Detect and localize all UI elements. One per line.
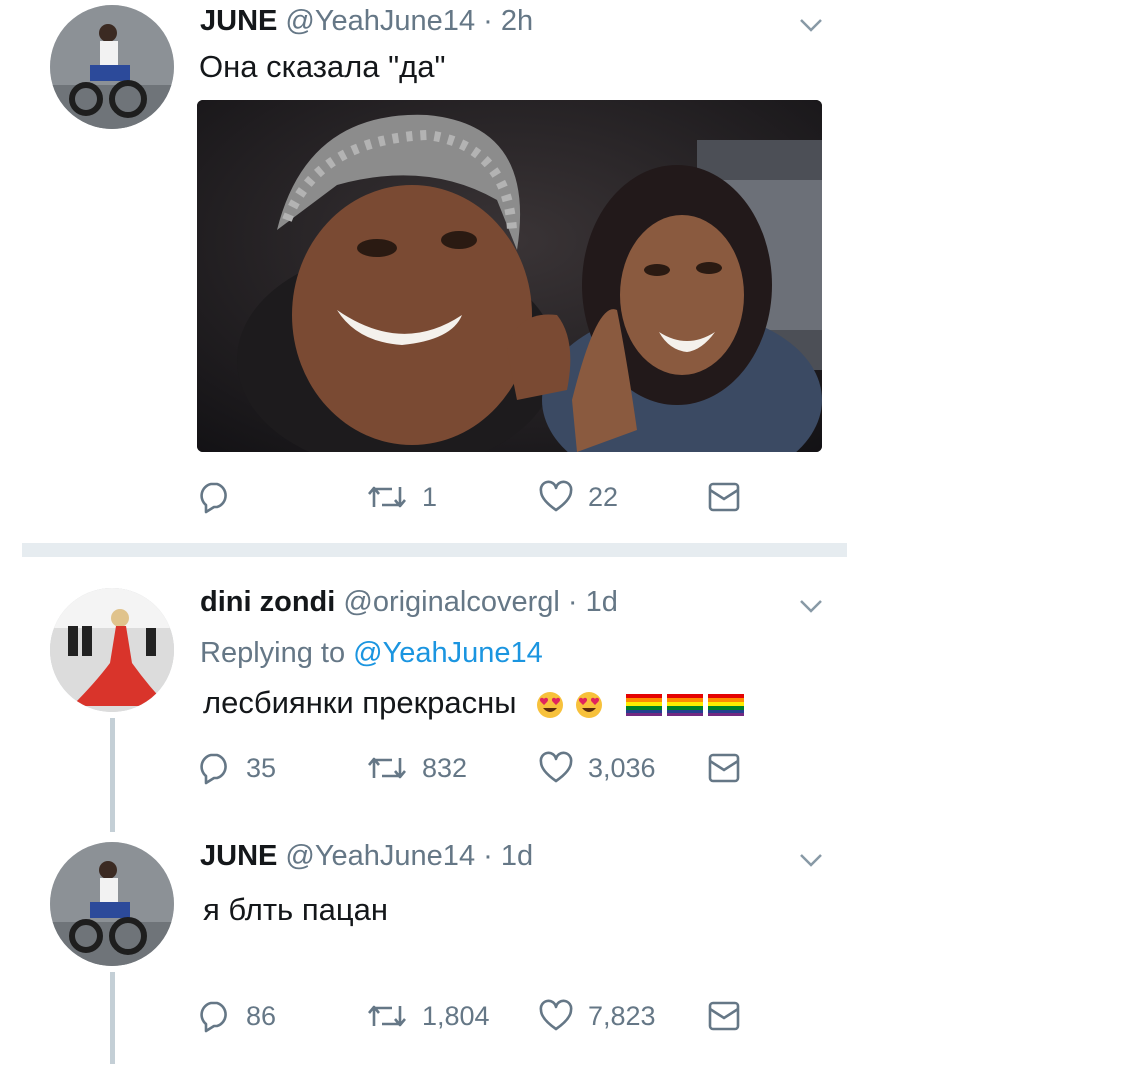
timestamp[interactable]: 1d <box>586 586 618 618</box>
display-name[interactable]: JUNE <box>200 840 277 872</box>
tweet-text: Она сказала "да" <box>199 49 446 84</box>
like-icon <box>539 480 573 512</box>
avatar-dini-zondi[interactable] <box>50 588 174 712</box>
reply-icon <box>200 482 227 514</box>
dm-icon <box>708 753 740 783</box>
avatar-june[interactable] <box>50 5 174 129</box>
handle[interactable]: @YeahJune14 <box>285 840 475 872</box>
dm-icon <box>708 482 740 512</box>
handle[interactable]: @originalcovergl <box>343 586 559 618</box>
tweet-photo[interactable] <box>197 100 822 452</box>
rainbow-flag-emoji <box>626 693 745 716</box>
retweet-count: 1 <box>422 481 438 512</box>
dm-button[interactable] <box>707 748 755 788</box>
reply-header: JUNE @YeahJune14 · 1d <box>200 839 533 873</box>
like-button[interactable]: 7,823 <box>538 996 656 1036</box>
reply-text: я блть пацан <box>203 892 388 927</box>
display-name[interactable]: JUNE <box>200 5 277 37</box>
like-icon <box>539 751 573 783</box>
reply-count: 35 <box>246 752 277 783</box>
replying-to-label: Replying to <box>200 637 346 669</box>
separator: · <box>483 840 493 872</box>
like-button[interactable]: 3,036 <box>538 748 656 788</box>
retweet-icon <box>368 757 406 779</box>
thread-line <box>110 972 115 1064</box>
reply-button[interactable]: 86 <box>196 996 276 1036</box>
dm-icon <box>708 1001 740 1031</box>
reply-header: dini zondi @originalcovergl · 1d <box>200 585 618 619</box>
retweet-icon <box>368 486 406 508</box>
chevron-down-icon[interactable] <box>798 597 824 615</box>
heart-eyes-emoji <box>537 691 564 718</box>
heart-eyes-emoji <box>575 691 602 718</box>
reply-icon <box>200 1001 227 1033</box>
separator: · <box>567 586 578 618</box>
like-count: 22 <box>588 481 619 512</box>
retweet-button[interactable]: 1,804 <box>366 996 490 1036</box>
retweet-button[interactable]: 1 <box>366 477 437 517</box>
reply-text: лесбиянки прекрасны <box>203 684 746 722</box>
retweet-count: 832 <box>422 752 468 783</box>
reply-button[interactable]: 35 <box>196 748 276 788</box>
timestamp[interactable]: 1d <box>501 840 533 872</box>
dm-button[interactable] <box>707 477 755 517</box>
retweet-icon <box>368 1005 406 1027</box>
like-count: 3,036 <box>588 752 656 783</box>
thread-line <box>110 718 115 832</box>
replying-to: Replying to @YeahJune14 <box>200 636 543 670</box>
handle[interactable]: @YeahJune14 <box>285 5 475 37</box>
like-button[interactable]: 22 <box>538 477 618 517</box>
chevron-down-icon[interactable] <box>798 16 824 34</box>
tweet-divider <box>22 543 847 557</box>
like-count: 7,823 <box>588 1000 656 1031</box>
chevron-down-icon[interactable] <box>798 851 824 869</box>
replying-to-mention[interactable]: @YeahJune14 <box>353 637 543 669</box>
reply-text-content: лесбиянки прекрасны <box>203 685 517 720</box>
tweet-header: JUNE @YeahJune14 · 2h <box>200 4 533 38</box>
avatar-june[interactable] <box>50 842 174 966</box>
separator: · <box>483 5 493 37</box>
display-name[interactable]: dini zondi <box>200 586 335 618</box>
reply-count: 86 <box>246 1000 277 1031</box>
like-icon <box>539 999 573 1031</box>
retweet-button[interactable]: 832 <box>366 748 467 788</box>
reply-icon <box>200 753 227 785</box>
timestamp[interactable]: 2h <box>501 5 533 37</box>
reply-button[interactable] <box>196 477 246 517</box>
dm-button[interactable] <box>707 996 755 1036</box>
retweet-count: 1,804 <box>422 1000 490 1031</box>
